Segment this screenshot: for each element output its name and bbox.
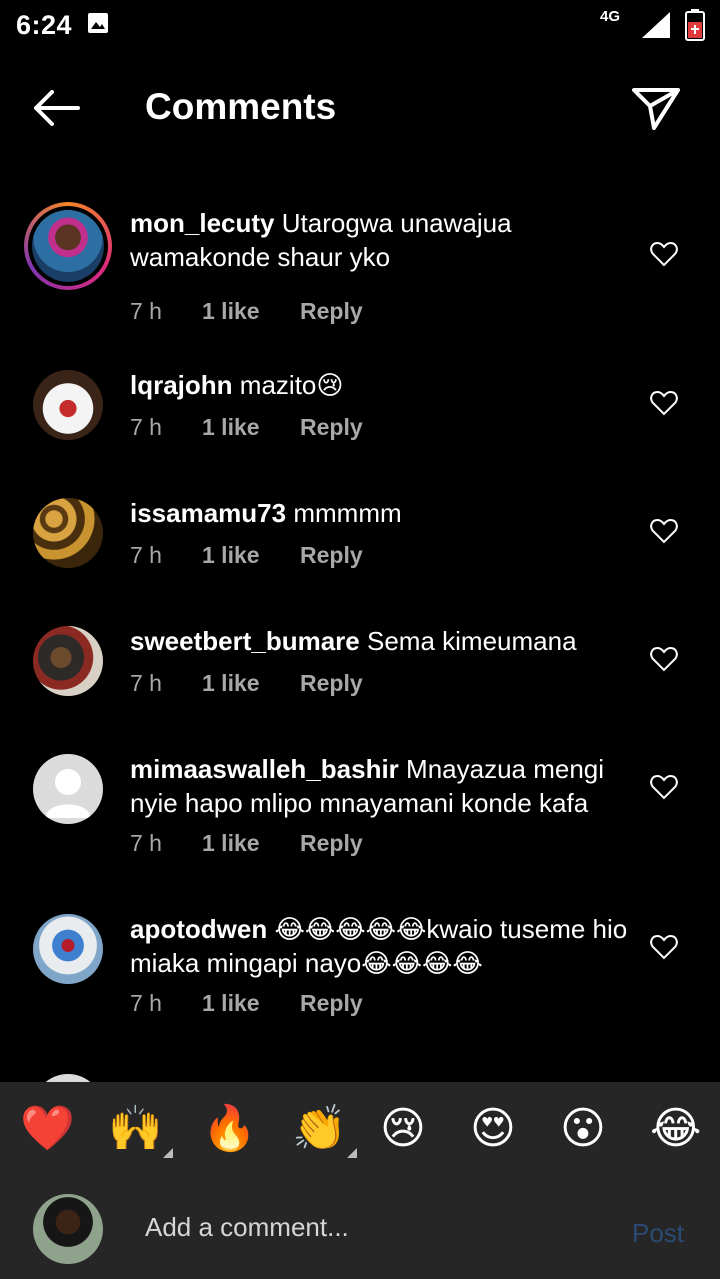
skin-tone-indicator-icon <box>346 1148 357 1158</box>
reaction-clap[interactable]: 👏 <box>292 1104 357 1158</box>
comment-meta: 7 h 1 like Reply <box>130 298 363 325</box>
reaction-surprised[interactable]: 😮 <box>560 1104 606 1154</box>
heart-icon[interactable] <box>650 934 678 960</box>
comment-text: mon_lecuty Utarogwa unawajua wamakonde s… <box>130 206 640 274</box>
avatar[interactable] <box>33 754 103 824</box>
comment-time: 7 h <box>130 670 162 696</box>
header: Comments <box>0 62 720 152</box>
heart-icon[interactable] <box>650 390 678 416</box>
comment-text: issamamu73 mmmmm <box>130 496 640 530</box>
current-user-avatar <box>33 1194 103 1264</box>
reaction-heart[interactable]: ❤️ <box>20 1104 75 1154</box>
comment-text: mimaaswalleh_bashir Mnayazua mengi nyie … <box>130 752 640 820</box>
comment-time: 7 h <box>130 542 162 568</box>
quick-reactions-bar: ❤️ 🙌 🔥 👏 😢 😍 😮 😂 <box>0 1082 720 1182</box>
reply-button[interactable]: Reply <box>300 542 363 569</box>
reaction-raised-hands[interactable]: 🙌 <box>108 1104 173 1158</box>
comment-body: mmmmm <box>293 498 402 528</box>
avatar[interactable] <box>33 370 103 440</box>
skin-tone-indicator-icon <box>162 1148 173 1158</box>
reaction-crying[interactable]: 😢 <box>380 1104 426 1154</box>
status-bar: 6:24 4G <box>0 0 720 52</box>
avatar[interactable] <box>33 498 103 568</box>
comment-body: Sema kimeumana <box>367 626 577 656</box>
comment-time: 7 h <box>130 414 162 440</box>
heart-icon[interactable] <box>650 518 678 544</box>
heart-icon[interactable] <box>650 646 678 672</box>
arrow-left-icon <box>34 90 80 126</box>
avatar[interactable] <box>33 1074 103 1082</box>
reaction-laughing[interactable]: 😂 <box>650 1104 701 1154</box>
comment-meta: 7 h 1 like Reply <box>130 830 363 857</box>
comment-meta: 7 h 1 like Reply <box>130 670 363 697</box>
comment-body: mazito😢 <box>239 370 344 400</box>
reply-button[interactable]: Reply <box>300 830 363 857</box>
comment-username[interactable]: mimaaswalleh_bashir <box>130 754 399 784</box>
network-type: 4G <box>600 8 621 25</box>
comment-likes[interactable]: 1 like <box>202 542 300 569</box>
comment-item-partial <box>0 1072 720 1082</box>
battery-icon <box>684 8 706 47</box>
default-avatar-icon <box>45 769 91 818</box>
reply-button[interactable]: Reply <box>300 414 363 441</box>
avatar[interactable] <box>24 202 112 290</box>
reply-button[interactable]: Reply <box>300 298 363 325</box>
comment-username[interactable]: apotodwen <box>130 914 267 944</box>
comment-username[interactable]: issamamu73 <box>130 498 286 528</box>
comment-username[interactable]: mon_lecuty <box>130 208 275 238</box>
page-title: Comments <box>145 86 337 127</box>
comment-text: sweetbert_bumare Sema kimeumana <box>130 624 640 658</box>
comment-input[interactable]: Add a comment... <box>145 1212 349 1243</box>
share-button[interactable] <box>630 84 682 132</box>
comments-list[interactable]: mon_lecuty Utarogwa unawajua wamakonde s… <box>0 190 720 1082</box>
comment-likes[interactable]: 1 like <box>202 830 300 857</box>
comment-meta: 7 h 1 like Reply <box>130 414 363 441</box>
comment-likes[interactable]: 1 like <box>202 990 300 1017</box>
comment-text: lqrajohn mazito😢 <box>130 368 640 402</box>
comment-time: 7 h <box>130 298 162 324</box>
reaction-heart-eyes[interactable]: 😍 <box>470 1104 516 1154</box>
reaction-fire[interactable]: 🔥 <box>202 1104 257 1154</box>
heart-icon[interactable] <box>650 774 678 800</box>
comment-text: apotodwen 😂😂😂😂😂kwaio tuseme hio miaka mi… <box>130 912 640 980</box>
comment-username[interactable]: lqrajohn <box>130 370 233 400</box>
comment-composer: Add a comment... Post <box>0 1182 720 1279</box>
avatar[interactable] <box>33 914 103 984</box>
paper-plane-icon <box>632 88 680 130</box>
image-notification-icon <box>87 12 109 39</box>
avatar[interactable] <box>33 626 103 696</box>
comment-meta: 7 h 1 like Reply <box>130 990 363 1017</box>
comment-time: 7 h <box>130 830 162 856</box>
comment-likes[interactable]: 1 like <box>202 414 300 441</box>
signal-icon <box>640 10 672 45</box>
comment-meta: 7 h 1 like Reply <box>130 542 363 569</box>
reply-button[interactable]: Reply <box>300 670 363 697</box>
status-time: 6:24 <box>16 10 73 40</box>
back-button[interactable] <box>30 88 82 128</box>
post-button[interactable]: Post <box>632 1218 684 1249</box>
heart-icon[interactable] <box>650 241 678 267</box>
comment-likes[interactable]: 1 like <box>202 670 300 697</box>
comment-likes[interactable]: 1 like <box>202 298 300 325</box>
comment-username[interactable]: sweetbert_bumare <box>130 626 360 656</box>
comment-time: 7 h <box>130 990 162 1016</box>
reply-button[interactable]: Reply <box>300 990 363 1017</box>
